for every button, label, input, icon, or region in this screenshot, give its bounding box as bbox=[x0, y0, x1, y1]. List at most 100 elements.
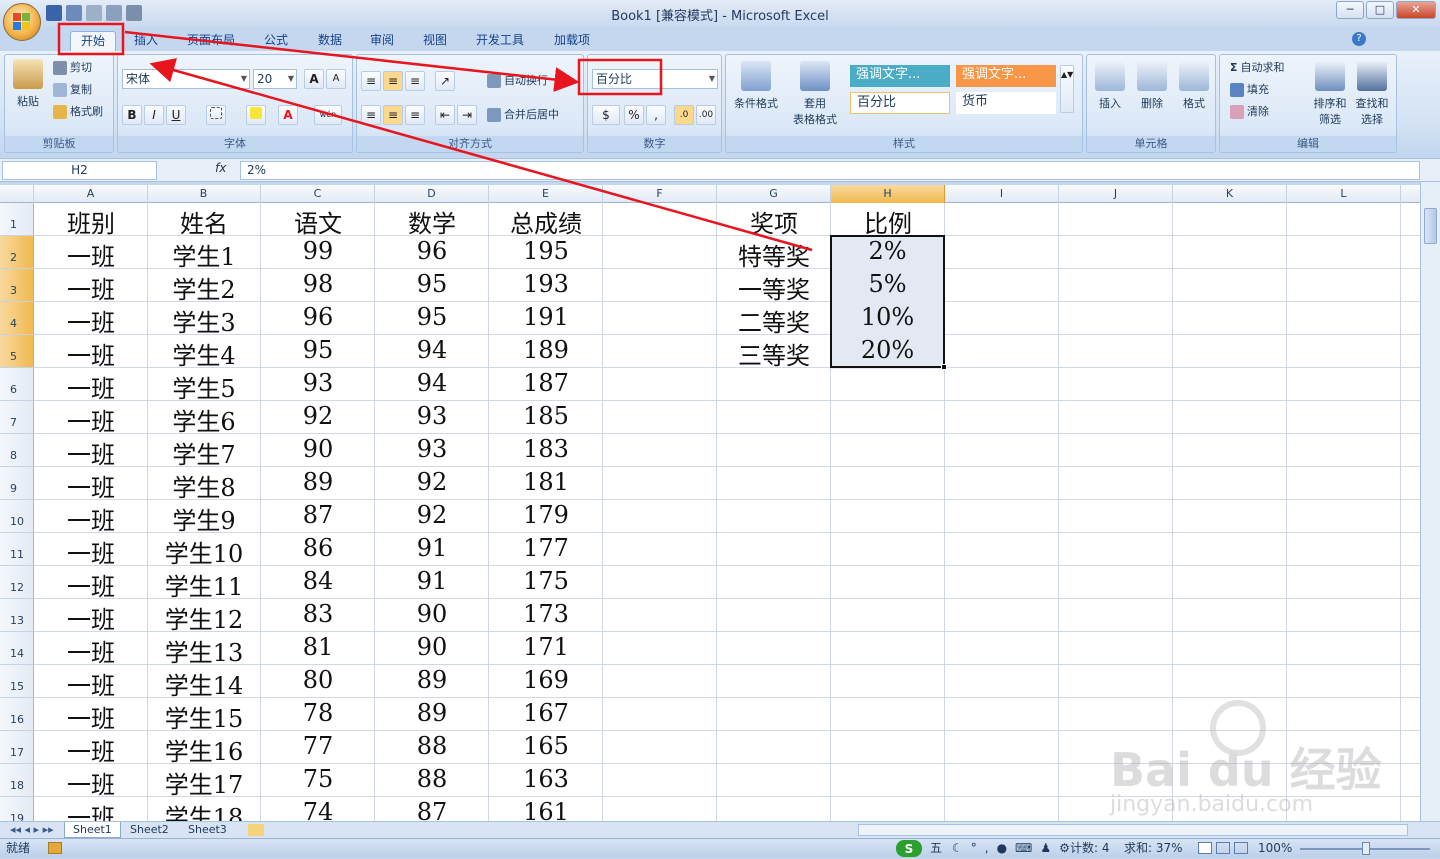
save-icon[interactable] bbox=[46, 5, 62, 21]
data-cell[interactable]: 173 bbox=[489, 600, 603, 633]
decrease-decimal-button[interactable]: .00 bbox=[696, 105, 716, 125]
data-cell[interactable]: 95 bbox=[375, 270, 489, 303]
vertical-scrollbar[interactable] bbox=[1420, 182, 1440, 821]
format-as-table-button[interactable]: 套用 表格格式 bbox=[786, 61, 844, 127]
row-header-9[interactable]: 9 bbox=[0, 467, 34, 500]
data-cell[interactable]: 187 bbox=[489, 369, 603, 402]
insert-sheet-icon[interactable] bbox=[248, 824, 264, 836]
merge-center-button[interactable]: 合并后居中 bbox=[487, 106, 559, 124]
data-cell[interactable]: 一班 bbox=[34, 534, 148, 568]
data-cell[interactable]: 183 bbox=[489, 435, 603, 468]
row-header-3[interactable]: 3 bbox=[0, 269, 34, 302]
data-cell[interactable]: 74 bbox=[261, 798, 375, 821]
header-cell[interactable]: 班别 bbox=[34, 204, 148, 238]
column-header-e[interactable]: E bbox=[489, 185, 603, 203]
data-cell[interactable]: 93 bbox=[375, 402, 489, 435]
insert-function-button[interactable]: fx bbox=[215, 161, 226, 175]
redo-icon[interactable] bbox=[86, 5, 102, 21]
row-header-7[interactable]: 7 bbox=[0, 401, 34, 434]
row-header-8[interactable]: 8 bbox=[0, 434, 34, 467]
worksheet-grid[interactable]: A B C D E F G H I J K L 1 2 3 4 5 6 7 8 9 10 11 12 13 14 15 16 17 18 1… bbox=[0, 185, 1420, 821]
increase-indent-button[interactable]: ⇥ bbox=[457, 105, 477, 125]
find-select-button[interactable]: 查找和 选择 bbox=[1352, 61, 1392, 127]
italic-button[interactable]: I bbox=[144, 105, 164, 125]
data-cell[interactable]: 学生17 bbox=[147, 765, 261, 799]
font-size-combo[interactable]: 20 ▼ bbox=[253, 69, 297, 89]
data-cell[interactable]: 学生15 bbox=[147, 699, 261, 733]
data-cell[interactable]: 92 bbox=[375, 468, 489, 501]
sheet-tab-3[interactable]: Sheet3 bbox=[180, 822, 235, 838]
copy-button[interactable]: 复制 bbox=[53, 81, 92, 99]
award-header-cell[interactable]: 比例 bbox=[831, 204, 945, 238]
align-right-button[interactable]: ≡ bbox=[405, 105, 425, 125]
award-header-cell[interactable]: 奖项 bbox=[717, 204, 831, 238]
data-cell[interactable]: 77 bbox=[261, 732, 375, 765]
data-cell[interactable]: 177 bbox=[489, 534, 603, 567]
award-name-cell[interactable]: 三等奖 bbox=[717, 336, 831, 370]
page-break-view-icon[interactable] bbox=[1234, 842, 1248, 854]
normal-view-icon[interactable] bbox=[1198, 842, 1212, 854]
data-cell[interactable]: 181 bbox=[489, 468, 603, 501]
tab-formulas[interactable]: 公式 bbox=[254, 31, 298, 51]
scroll-thumb[interactable] bbox=[1424, 208, 1437, 244]
column-header-h[interactable]: H bbox=[831, 185, 945, 203]
tab-view[interactable]: 视图 bbox=[413, 31, 457, 51]
data-cell[interactable]: 一班 bbox=[34, 633, 148, 667]
data-cell[interactable]: 88 bbox=[375, 732, 489, 765]
ime-tools-icon[interactable]: ☾°,●⌨♟⚙ bbox=[952, 839, 1078, 858]
award-ratio-cell[interactable]: 5% bbox=[831, 270, 944, 303]
award-ratio-cell[interactable]: 2% bbox=[831, 237, 944, 270]
data-cell[interactable]: 90 bbox=[261, 435, 375, 468]
data-cell[interactable]: 学生13 bbox=[147, 633, 261, 667]
data-cell[interactable]: 一班 bbox=[34, 336, 148, 370]
styles-scroll[interactable]: ▲▼ bbox=[1060, 65, 1074, 113]
cut-button[interactable]: 剪切 bbox=[53, 59, 92, 77]
data-cell[interactable]: 一班 bbox=[34, 732, 148, 766]
shrink-font-button[interactable]: A bbox=[326, 69, 346, 89]
font-name-combo[interactable]: 宋体 ▼ bbox=[122, 69, 250, 89]
data-cell[interactable]: 一班 bbox=[34, 567, 148, 601]
zoom-slider-thumb[interactable] bbox=[1362, 842, 1370, 855]
tab-page-layout[interactable]: 页面布局 bbox=[180, 31, 242, 51]
data-cell[interactable]: 一班 bbox=[34, 501, 148, 535]
border-button[interactable] bbox=[206, 105, 226, 125]
data-cell[interactable]: 78 bbox=[261, 699, 375, 732]
row-header-2[interactable]: 2 bbox=[0, 236, 34, 269]
sheet-nav-arrows[interactable]: ◂◂ ◂ ▸ ▸▸ bbox=[2, 822, 62, 838]
tab-addins[interactable]: 加载项 bbox=[545, 31, 599, 51]
sort-filter-button[interactable]: 排序和 筛选 bbox=[1310, 61, 1350, 127]
data-cell[interactable]: 91 bbox=[375, 534, 489, 567]
delete-button[interactable]: 删除 bbox=[1135, 61, 1169, 111]
column-header-a[interactable]: A bbox=[34, 185, 148, 203]
fill-color-button[interactable] bbox=[246, 105, 266, 125]
data-cell[interactable]: 87 bbox=[261, 501, 375, 534]
data-cell[interactable]: 学生18 bbox=[147, 798, 261, 821]
paste-button[interactable]: 粘贴 bbox=[9, 59, 47, 109]
camera-icon[interactable] bbox=[126, 5, 142, 21]
tab-data[interactable]: 数据 bbox=[308, 31, 352, 51]
formula-input[interactable]: 2% bbox=[240, 161, 1420, 180]
ime-logo-icon[interactable]: S bbox=[896, 840, 922, 857]
row-header-15[interactable]: 15 bbox=[0, 665, 34, 698]
align-left-button[interactable]: ≡ bbox=[361, 105, 381, 125]
style-accent2[interactable]: 强调文字... bbox=[956, 65, 1056, 87]
data-cell[interactable]: 96 bbox=[261, 303, 375, 336]
data-cell[interactable]: 95 bbox=[261, 336, 375, 369]
data-cell[interactable]: 93 bbox=[375, 435, 489, 468]
maximize-button[interactable]: □ bbox=[1366, 1, 1394, 19]
data-cell[interactable]: 89 bbox=[375, 699, 489, 732]
data-cell[interactable]: 一班 bbox=[34, 798, 148, 821]
phonetic-button[interactable]: wén bbox=[314, 105, 342, 125]
row-header-19[interactable]: 19 bbox=[0, 797, 34, 821]
column-header-l[interactable]: L bbox=[1287, 185, 1401, 203]
award-name-cell[interactable]: 特等奖 bbox=[717, 237, 831, 271]
data-cell[interactable]: 81 bbox=[261, 633, 375, 666]
format-painter-button[interactable]: 格式刷 bbox=[53, 103, 103, 121]
bold-button[interactable]: B bbox=[122, 105, 142, 125]
data-cell[interactable]: 学生3 bbox=[147, 303, 261, 337]
currency-button[interactable]: $ bbox=[592, 105, 620, 125]
fill-button[interactable]: 填充 bbox=[1230, 81, 1269, 99]
column-header-c[interactable]: C bbox=[261, 185, 375, 203]
column-header-b[interactable]: B bbox=[147, 185, 261, 203]
data-cell[interactable]: 189 bbox=[489, 336, 603, 369]
